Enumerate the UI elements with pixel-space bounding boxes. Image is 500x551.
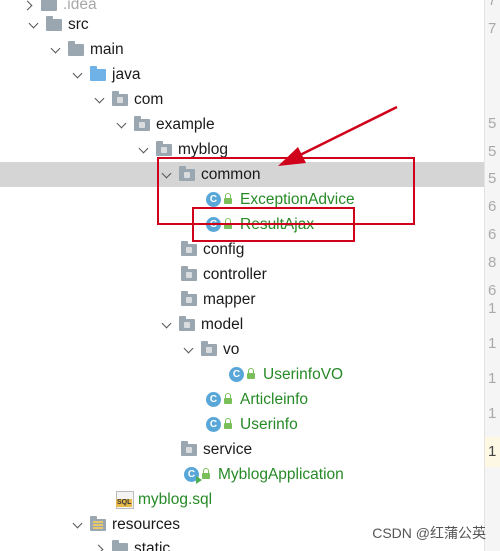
watermark: CSDN @红蒲公英 xyxy=(372,525,486,541)
annotation-arrow xyxy=(278,105,398,166)
